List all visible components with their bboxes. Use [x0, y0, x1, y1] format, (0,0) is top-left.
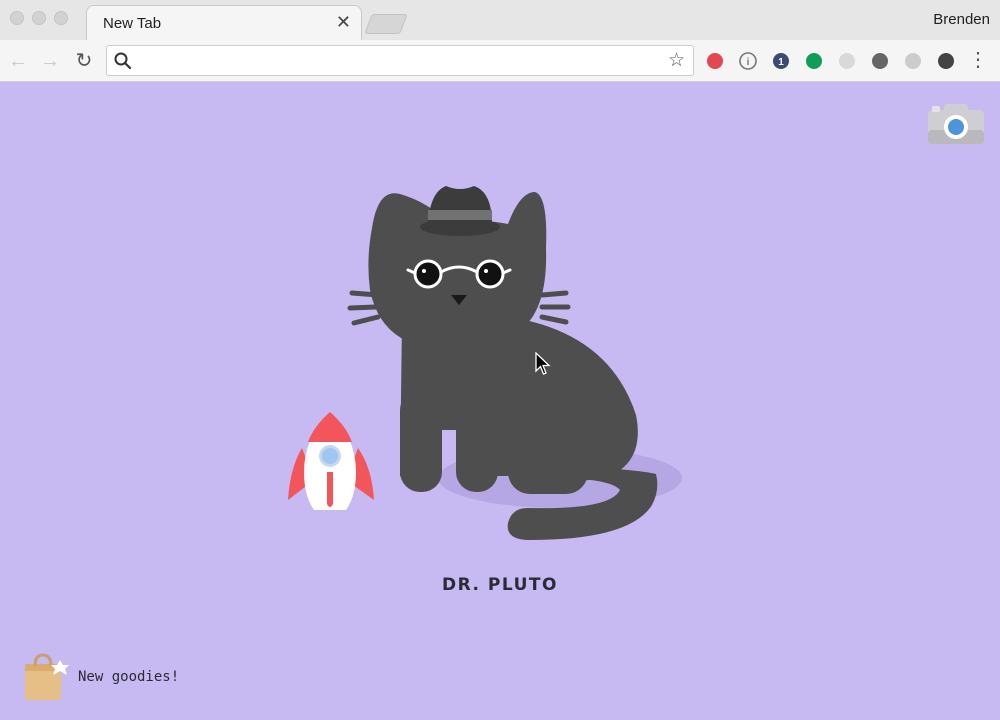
forward-icon[interactable]: →: [38, 49, 62, 73]
info-extension-icon[interactable]: i: [739, 52, 757, 70]
cat-hind-leg: [508, 450, 588, 494]
reload-icon[interactable]: ↻: [72, 49, 96, 73]
bookmark-star-icon[interactable]: ☆: [668, 49, 685, 72]
goodies-label: New goodies!: [78, 669, 180, 685]
browser-titlebar: New Tab ✕ Brenden: [0, 0, 1000, 41]
onepassword-extension-icon[interactable]: 1: [772, 52, 790, 70]
dashed-extension-icon[interactable]: [904, 52, 922, 70]
mouse-cursor-icon: [535, 352, 551, 375]
tab-close-icon[interactable]: ✕: [336, 12, 351, 33]
creative-cloud-extension-icon[interactable]: [706, 52, 724, 70]
goodies-bag-icon: [25, 653, 69, 700]
rocket-toy: [288, 412, 374, 510]
back-icon[interactable]: ←: [6, 49, 30, 73]
address-input[interactable]: [139, 48, 659, 73]
tab-title: New Tab: [103, 15, 162, 32]
grey-extension-icon[interactable]: [838, 52, 856, 70]
cat-front-leg-left: [400, 390, 442, 492]
pet-illustration[interactable]: [280, 180, 700, 550]
omnibox[interactable]: ☆: [106, 45, 694, 76]
hangouts-extension-icon[interactable]: [805, 52, 823, 70]
cat-front-leg-right: [456, 390, 498, 492]
tab-new-tab[interactable]: New Tab ✕: [86, 5, 362, 41]
pet-name: DR. PLUTO: [442, 575, 558, 595]
close-window-button[interactable]: [10, 11, 24, 25]
mail-extension-icon[interactable]: [871, 52, 889, 70]
minimize-window-button[interactable]: [32, 11, 46, 25]
profile-name[interactable]: Brenden: [933, 11, 990, 28]
search-icon: [114, 52, 132, 70]
zoom-window-button[interactable]: [54, 11, 68, 25]
browser-toolbar: ← → ↻ ☆ i 1 ⋮: [0, 40, 1000, 82]
pen-extension-icon[interactable]: [937, 52, 955, 70]
menu-icon[interactable]: ⋮: [968, 48, 988, 72]
fedora-hat: [420, 186, 500, 236]
svg-text:1: 1: [778, 57, 784, 68]
svg-text:i: i: [747, 57, 750, 68]
camera-icon[interactable]: [928, 100, 984, 146]
new-tab-button[interactable]: [364, 14, 408, 34]
new-goodies-button[interactable]: New goodies!: [22, 652, 179, 702]
